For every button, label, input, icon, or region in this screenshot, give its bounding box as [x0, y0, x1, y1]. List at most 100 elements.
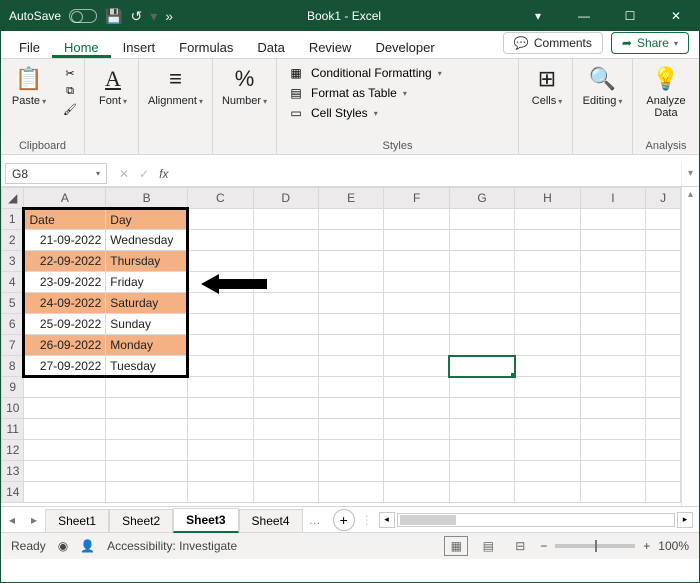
paste-button[interactable]: 📋 Paste▾ [7, 63, 51, 109]
cell-C6[interactable] [188, 314, 253, 335]
cell-I7[interactable] [580, 335, 645, 356]
cell-H3[interactable] [515, 251, 580, 272]
cell-F5[interactable] [384, 293, 449, 314]
cell-C3[interactable] [188, 251, 253, 272]
analyze-data-button[interactable]: 💡 Analyze Data [639, 63, 693, 121]
cell-C8[interactable] [188, 356, 253, 377]
cell-E3[interactable] [318, 251, 383, 272]
cell-J14[interactable] [646, 482, 681, 503]
sheet-overflow[interactable]: … [303, 513, 327, 527]
cell-B10[interactable] [106, 398, 188, 419]
cell-G14[interactable] [449, 482, 514, 503]
cell-A11[interactable] [24, 419, 106, 440]
cell-G3[interactable] [449, 251, 514, 272]
cell-G9[interactable] [449, 377, 514, 398]
hscroll-right[interactable]: ▸ [677, 512, 693, 528]
cell-D3[interactable] [253, 251, 318, 272]
cell-H1[interactable] [515, 209, 580, 230]
cell-E6[interactable] [318, 314, 383, 335]
fx-icon[interactable]: fx [159, 167, 168, 181]
accessibility-icon[interactable]: 👤 [80, 539, 95, 553]
cell-C11[interactable] [188, 419, 253, 440]
cell-C12[interactable] [188, 440, 253, 461]
cell-F13[interactable] [384, 461, 449, 482]
cell-E12[interactable] [318, 440, 383, 461]
cell-I10[interactable] [580, 398, 645, 419]
cell-E9[interactable] [318, 377, 383, 398]
cell-H5[interactable] [515, 293, 580, 314]
view-page-break[interactable]: ⊟ [508, 536, 532, 556]
cell-D2[interactable] [253, 230, 318, 251]
ribbon-display-options[interactable]: ▾ [515, 1, 561, 31]
share-button[interactable]: ➦ Share ▾ [611, 32, 689, 54]
cell-D1[interactable] [253, 209, 318, 230]
cell-A3[interactable]: 22-09-2022 [24, 251, 106, 272]
cell-G11[interactable] [449, 419, 514, 440]
col-header-G[interactable]: G [449, 188, 514, 209]
cell-I5[interactable] [580, 293, 645, 314]
row-header-4[interactable]: 4 [2, 272, 24, 293]
cell-F4[interactable] [384, 272, 449, 293]
cell-F1[interactable] [384, 209, 449, 230]
cell-B9[interactable] [106, 377, 188, 398]
vertical-scrollbar[interactable]: ▴ [681, 187, 699, 506]
row-header-5[interactable]: 5 [2, 293, 24, 314]
cell-C1[interactable] [188, 209, 253, 230]
cell-A8[interactable]: 27-09-2022 [24, 356, 106, 377]
cell-C7[interactable] [188, 335, 253, 356]
cell-G7[interactable] [449, 335, 514, 356]
cell-E11[interactable] [318, 419, 383, 440]
cell-J5[interactable] [646, 293, 681, 314]
cell-A7[interactable]: 26-09-2022 [24, 335, 106, 356]
sheet-nav-prev[interactable]: ◂ [1, 513, 23, 527]
cell-E13[interactable] [318, 461, 383, 482]
tab-file[interactable]: File [7, 35, 52, 58]
cell-B14[interactable] [106, 482, 188, 503]
font-button[interactable]: A Font▾ [91, 63, 135, 109]
view-normal[interactable]: ▦ [444, 536, 468, 556]
formula-bar-expand[interactable]: ▾ [681, 161, 699, 186]
sheet-tab-3[interactable]: Sheet3 [173, 508, 238, 533]
comments-button[interactable]: 💬 Comments [503, 32, 603, 54]
worksheet-grid[interactable]: ◢ A B C D E F G H I J 1DateDay221-09-202… [1, 187, 699, 507]
cell-G5[interactable] [449, 293, 514, 314]
tab-review[interactable]: Review [297, 35, 364, 58]
cell-G6[interactable] [449, 314, 514, 335]
row-header-11[interactable]: 11 [2, 419, 24, 440]
new-sheet-button[interactable]: + [333, 509, 355, 531]
view-page-layout[interactable]: ▤ [476, 536, 500, 556]
select-all-corner[interactable]: ◢ [2, 188, 24, 209]
col-header-B[interactable]: B [106, 188, 188, 209]
row-header-3[interactable]: 3 [2, 251, 24, 272]
col-header-J[interactable]: J [646, 188, 681, 209]
cell-F2[interactable] [384, 230, 449, 251]
col-header-D[interactable]: D [253, 188, 318, 209]
maximize-button[interactable]: ☐ [607, 1, 653, 31]
cell-E1[interactable] [318, 209, 383, 230]
cancel-formula-icon[interactable]: ✕ [119, 167, 129, 181]
cell-I6[interactable] [580, 314, 645, 335]
cell-F6[interactable] [384, 314, 449, 335]
format-as-table-button[interactable]: ▤ Format as Table ▾ [283, 83, 512, 103]
cell-A1[interactable]: Date [24, 209, 106, 230]
undo-icon[interactable]: ↺ [130, 8, 142, 25]
cell-H4[interactable] [515, 272, 580, 293]
cut-button[interactable]: ✂ [61, 67, 79, 81]
cell-E5[interactable] [318, 293, 383, 314]
tab-insert[interactable]: Insert [111, 35, 168, 58]
cell-F9[interactable] [384, 377, 449, 398]
horizontal-scrollbar[interactable]: ◂ ▸ [373, 512, 699, 528]
cell-H14[interactable] [515, 482, 580, 503]
cell-J6[interactable] [646, 314, 681, 335]
cell-B13[interactable] [106, 461, 188, 482]
col-header-A[interactable]: A [24, 188, 106, 209]
cell-E7[interactable] [318, 335, 383, 356]
cell-I4[interactable] [580, 272, 645, 293]
cell-B4[interactable]: Friday [106, 272, 188, 293]
number-button[interactable]: % Number▾ [219, 63, 270, 109]
cell-G12[interactable] [449, 440, 514, 461]
row-header-1[interactable]: 1 [2, 209, 24, 230]
cell-I2[interactable] [580, 230, 645, 251]
cell-D7[interactable] [253, 335, 318, 356]
cell-A9[interactable] [24, 377, 106, 398]
